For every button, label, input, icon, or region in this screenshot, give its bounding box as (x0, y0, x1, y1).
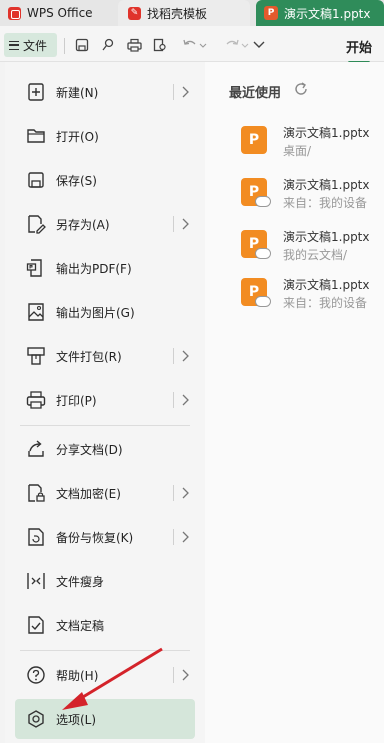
chevron-right-icon[interactable] (173, 84, 189, 100)
tab-label: WPS Office (27, 6, 93, 20)
menu-item-help[interactable]: 帮助(H) (15, 655, 195, 695)
menu-item-package[interactable]: 文件打包(R) (15, 336, 195, 376)
menu-item-print[interactable]: 打印(P) (15, 380, 195, 420)
save-icon (25, 169, 47, 191)
menu-item-label: 输出为PDF(F) (56, 261, 132, 276)
menu-item-label: 打印(P) (56, 393, 97, 408)
menu-item-save-as[interactable]: 另存为(A) (15, 204, 195, 244)
menu-item-finalize[interactable]: 文档定稿 (15, 605, 195, 645)
recent-file-location: 桌面/ (283, 144, 312, 158)
title-bar: WPS Office ✎ 找稻壳模板 P 演示文稿1.pptx (0, 0, 384, 26)
pptx-icon: P (264, 6, 278, 20)
menu-divider (20, 650, 190, 651)
recent-panel: 最近使用 P 演示文稿1.pptx 桌面/ P 演示文稿1.pptx 来自：我的… (205, 62, 384, 743)
refresh-icon[interactable] (293, 81, 309, 97)
undo-icon[interactable] (180, 36, 208, 54)
lock-file-icon (25, 482, 47, 504)
menu-item-label: 文件打包(R) (56, 349, 122, 364)
chevron-right-icon[interactable] (173, 348, 189, 364)
menu-item-label: 备份与恢复(K) (56, 530, 134, 545)
menu-item-save[interactable]: 保存(S) (15, 160, 195, 200)
recent-file[interactable]: P 演示文稿1.pptx 桌面/ (241, 122, 381, 166)
file-menu-button[interactable]: 文件 (4, 33, 57, 57)
tab-wps-office[interactable]: WPS Office (0, 0, 112, 26)
chevron-right-icon[interactable] (173, 529, 189, 545)
hamburger-icon (9, 40, 19, 50)
slim-icon (25, 570, 47, 592)
help-icon (25, 664, 47, 686)
menu-item-label: 输出为图片(G) (56, 305, 135, 320)
export-icon[interactable] (99, 36, 117, 54)
save-icon[interactable] (73, 36, 91, 54)
file-menu: 新建(N) 打开(O) 保存(S) 另存为(A) 输出为PDF(F) 输出为图片… (5, 62, 205, 743)
tab-document[interactable]: P 演示文稿1.pptx (256, 0, 384, 26)
recent-file[interactable]: P 演示文稿1.pptx 我的云文档/ (241, 226, 381, 270)
menu-divider (20, 425, 190, 426)
print-icon[interactable] (125, 36, 143, 54)
folder-icon (25, 125, 47, 147)
menu-item-open[interactable]: 打开(O) (15, 116, 195, 156)
pdf-icon (25, 257, 47, 279)
menu-item-label: 文件瘦身 (56, 574, 105, 589)
chevron-right-icon[interactable] (173, 392, 189, 408)
cloud-icon (255, 248, 271, 259)
menu-item-encrypt[interactable]: 文档加密(E) (15, 473, 195, 513)
recent-file[interactable]: P 演示文稿1.pptx 来自：我的设备 (241, 174, 381, 218)
menu-item-label: 选项(L) (56, 712, 97, 727)
image-icon (25, 301, 47, 323)
backup-icon (25, 526, 47, 548)
pptx-icon: P (241, 126, 267, 154)
menu-item-label: 帮助(H) (56, 668, 99, 683)
package-icon (25, 345, 47, 367)
menu-item-options[interactable]: 选项(L) (15, 699, 195, 739)
preview-icon[interactable] (151, 36, 169, 54)
menu-item-label: 文档加密(E) (56, 486, 121, 501)
tab-label: 演示文稿1.pptx (284, 6, 371, 21)
share-icon (25, 438, 47, 460)
print-icon (25, 389, 47, 411)
cloud-icon (255, 196, 271, 207)
menu-item-label: 新建(N) (56, 85, 99, 100)
recent-file-location: 来自：我的设备 (283, 196, 368, 210)
recent-file-name: 演示文稿1.pptx (283, 278, 370, 292)
recent-file-location: 来自：我的设备 (283, 296, 368, 310)
menu-item-backup[interactable]: 备份与恢复(K) (15, 517, 195, 557)
menu-item-label: 另存为(A) (56, 217, 110, 232)
recent-title: 最近使用 (229, 86, 282, 101)
wps-logo-icon (8, 6, 21, 20)
menu-item-label: 分享文档(D) (56, 442, 123, 457)
tab-start[interactable]: 开始 (346, 37, 372, 64)
chevron-right-icon[interactable] (173, 667, 189, 683)
recent-file-location: 我的云文档/ (283, 248, 348, 262)
new-file-icon (25, 81, 47, 103)
menu-item-label: 文档定稿 (56, 618, 105, 633)
menu-item-share[interactable]: 分享文档(D) (15, 429, 195, 469)
file-menu-label: 文件 (23, 38, 48, 53)
menu-item-label: 打开(O) (56, 129, 99, 144)
recent-file-name: 演示文稿1.pptx (283, 178, 370, 192)
finalize-icon (25, 614, 47, 636)
menu-item-slim[interactable]: 文件瘦身 (15, 561, 195, 601)
menu-item-export-image[interactable]: 输出为图片(G) (15, 292, 195, 332)
redo-icon[interactable] (222, 36, 250, 54)
tab-template[interactable]: ✎ 找稻壳模板 (118, 0, 250, 26)
menu-item-new[interactable]: 新建(N) (15, 72, 195, 112)
save-as-icon (25, 213, 47, 235)
recent-file-name: 演示文稿1.pptx (283, 230, 370, 244)
gear-icon (25, 708, 47, 730)
docer-logo-icon: ✎ (128, 6, 141, 20)
chevron-right-icon[interactable] (173, 485, 189, 501)
menu-item-export-pdf[interactable]: 输出为PDF(F) (15, 248, 195, 288)
recent-file[interactable]: P 演示文稿1.pptx 来自：我的设备 (241, 274, 381, 318)
recent-file-name: 演示文稿1.pptx (283, 126, 370, 140)
tab-label: 找稻壳模板 (147, 6, 208, 21)
toolbar: 文件 开始 (0, 26, 384, 64)
chevron-right-icon[interactable] (173, 216, 189, 232)
divider (64, 38, 65, 54)
menu-item-label: 保存(S) (56, 173, 97, 188)
cloud-icon (255, 296, 271, 307)
chevron-down-icon[interactable] (250, 36, 268, 54)
